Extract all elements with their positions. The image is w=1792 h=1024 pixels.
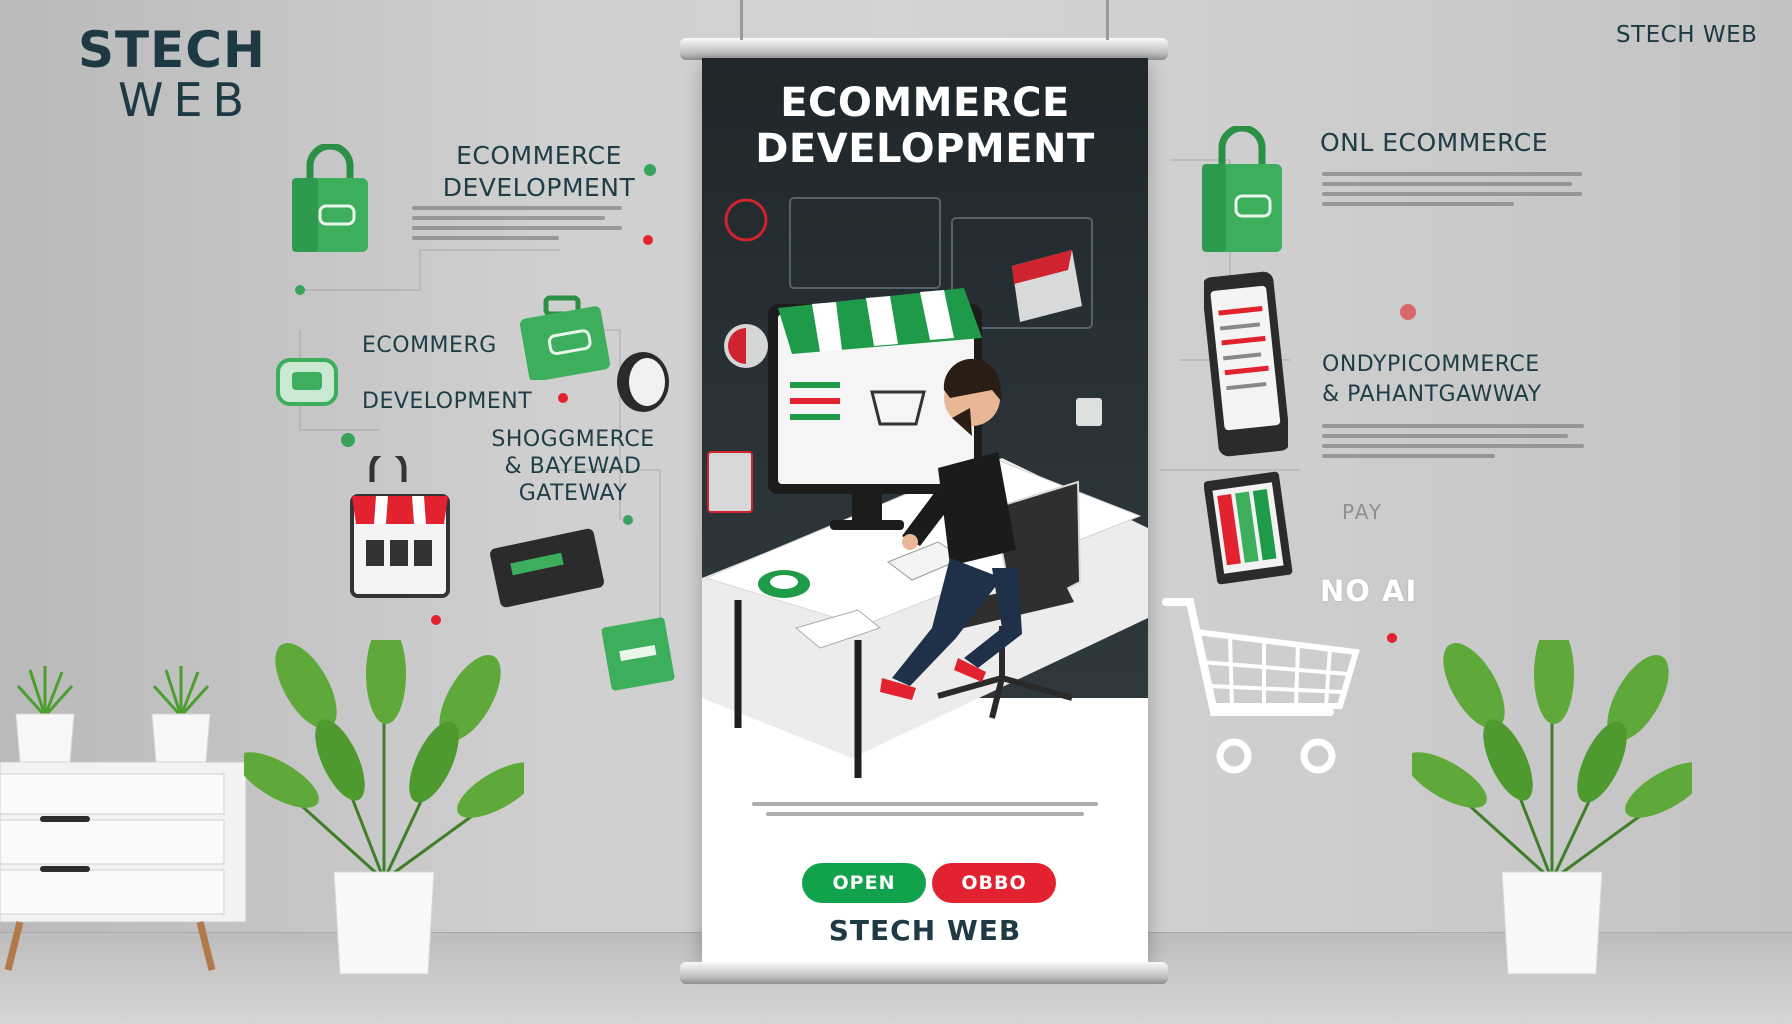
cabinet [0,761,247,971]
right-heading-2-line1: ONDYPICOMMERCE [1322,352,1540,377]
banner-body-text [752,802,1098,816]
left-heading-1-line1: ECOMMERCE [456,141,622,170]
payment-screen-icon [1204,471,1293,585]
right-heading-2: ONDYPICOMMERCE & PAHANTGAWWAY [1322,350,1622,410]
right-body-text-1 [1322,172,1582,206]
small-plant-icon [15,666,75,763]
shopping-bag-icon [1202,126,1282,252]
banner-hanging-wire [1106,0,1109,40]
pay-label: PAY [1342,500,1384,524]
storefront-icon [350,456,450,598]
green-cart-box-icon [601,617,675,691]
credit-card-terminal-icon [490,528,604,608]
right-body-text-2 [1322,424,1584,458]
right-heading-1: ONL ECOMMERCE [1320,128,1548,157]
left-heading-2-line2: DEVELOPMENT [362,389,533,414]
left-body-text-1 [412,206,622,240]
left-heading-2-line1: ECOMMERG [362,333,497,358]
left-heading-3-line2: & BAYEWAD [504,454,642,479]
plant-icon [1412,640,1692,975]
red-button[interactable]: OBBO [932,863,1056,903]
wallet-icon [276,358,338,406]
shopping-cart-icon [1162,598,1360,774]
banner-top-pole [680,38,1168,60]
developer-illustration [702,197,1148,778]
right-heading-2-line2: & PAHANTGAWWAY [1322,382,1542,407]
plant-icon [244,640,524,975]
left-heading-1-line2: DEVELOPMENT [442,173,636,202]
shopping-bag-icon [292,144,368,252]
left-heading-3-line1: SHOGGMERCE [491,427,655,452]
left-heading-3-line3: GATEWAY [518,481,628,506]
open-button[interactable]: OPEN [802,863,926,903]
banner-bottom-pole [680,962,1168,984]
left-heading-2: ECOMMERG DEVELOPMENT [362,318,562,430]
small-plant-icon [151,666,211,763]
coin-icon [617,352,669,412]
banner-title-line1: ECOMMERCE [780,80,1070,126]
tablet-icon [1204,271,1288,457]
left-heading-3: SHOGGMERCE & BAYEWAD GATEWAY [468,426,678,507]
banner-footer-brand: STECH WEB [828,914,1022,947]
banner-hanging-wire [740,0,743,40]
left-heading-1: ECOMMERCE DEVELOPMENT [414,140,664,204]
rollup-banner: ECOMMERCE DEVELOPMENT OPEN OBBO STECH WE… [702,58,1148,962]
